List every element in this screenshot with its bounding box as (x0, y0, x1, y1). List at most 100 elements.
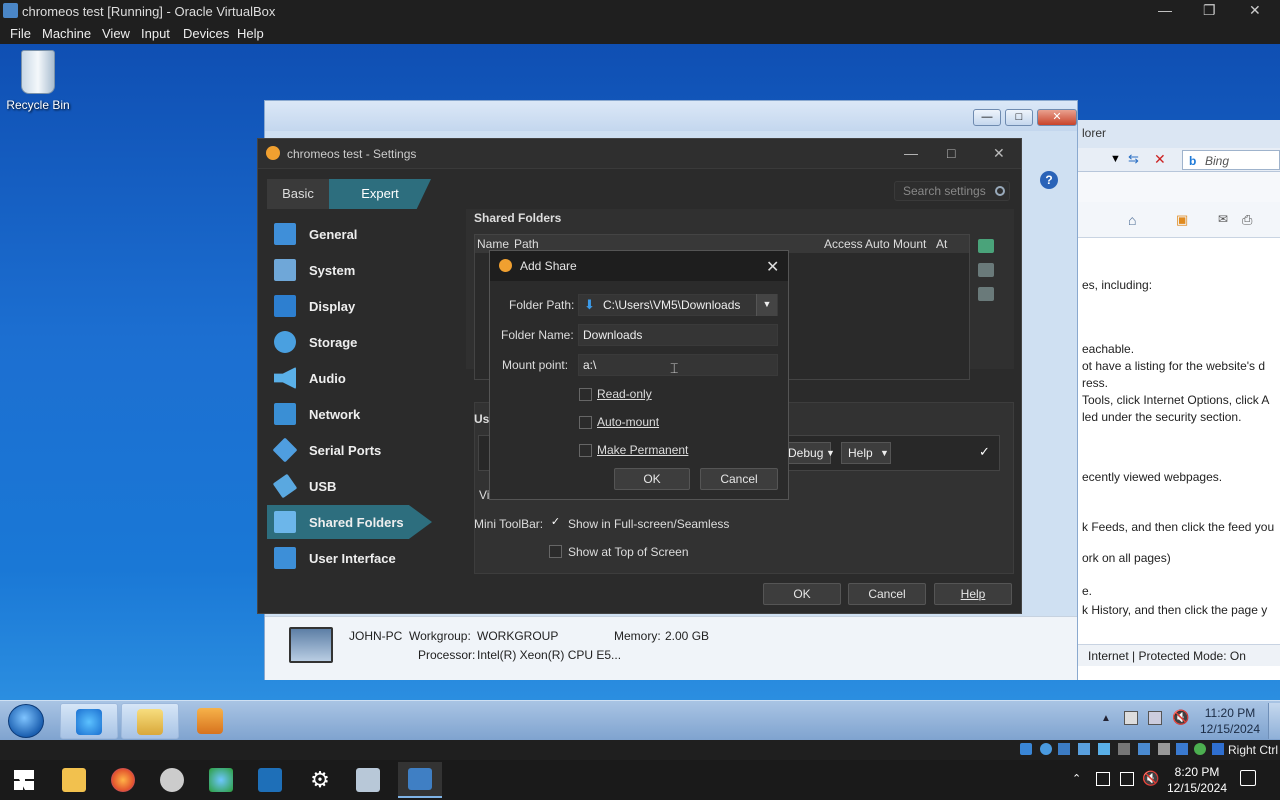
file-explorer-icon[interactable] (62, 768, 86, 792)
show-fullscreen-checkbox[interactable]: ✓ (549, 517, 562, 530)
cancel-button[interactable]: Cancel (848, 583, 926, 605)
recording-status-icon[interactable] (1158, 743, 1170, 755)
start-orb-icon[interactable] (8, 704, 44, 738)
hard-disk-icon[interactable] (1020, 743, 1032, 755)
column-name[interactable]: Name (477, 237, 509, 251)
home-icon[interactable]: ⌂ (1128, 212, 1136, 228)
recycle-bin-shortcut[interactable]: Recycle Bin (6, 50, 70, 112)
browser-icon[interactable] (209, 768, 233, 792)
display-status-icon[interactable] (1138, 743, 1150, 755)
notifications-icon[interactable] (1240, 770, 1256, 786)
folder-path-combobox[interactable]: ⬇ C:\Users\VM5\Downloads ▼ (578, 294, 778, 316)
sidebar-item-network[interactable]: Network (267, 397, 432, 431)
enable-menubar-check-icon[interactable]: ✓ (979, 444, 990, 460)
menu-input[interactable]: Input (141, 26, 170, 41)
ok-button[interactable]: OK (614, 468, 690, 490)
app-icon[interactable] (160, 768, 184, 792)
help-icon[interactable]: ? (1040, 171, 1058, 189)
column-at[interactable]: At (936, 237, 947, 251)
menu-devices[interactable]: Devices (183, 26, 229, 41)
maximize-icon[interactable]: □ (947, 145, 955, 161)
vt-status-icon[interactable] (1176, 743, 1188, 755)
edit-folder-icon[interactable] (978, 263, 994, 277)
network-tray-icon[interactable] (1148, 711, 1162, 725)
sidebar-item-shared-folders[interactable]: Shared Folders (267, 505, 432, 539)
help-menu-dropdown[interactable]: Help ▼ (841, 442, 891, 464)
action-center-icon[interactable] (1124, 711, 1138, 725)
remote-desktop-icon[interactable] (356, 768, 380, 792)
show-desktop-button[interactable] (1268, 703, 1280, 739)
stop-icon[interactable]: ✕ (1154, 151, 1166, 168)
network-status-icon[interactable] (1078, 743, 1090, 755)
firefox-icon[interactable] (111, 768, 135, 792)
taskbar-explorer[interactable] (121, 703, 179, 739)
make-permanent-checkbox[interactable] (579, 444, 592, 457)
taskbar-media-player[interactable] (182, 703, 240, 739)
make-permanent-label[interactable]: Make Permanent (597, 443, 688, 457)
ok-button[interactable]: OK (763, 583, 841, 605)
minimize-icon[interactable]: — (1158, 2, 1172, 18)
audio-status-icon[interactable] (1058, 743, 1070, 755)
search-settings-input[interactable]: Search settings (894, 181, 1010, 201)
dropdown-icon[interactable]: ▼ (1110, 153, 1121, 165)
cancel-button[interactable]: Cancel (700, 468, 778, 490)
sidebar-item-serial-ports[interactable]: Serial Ports (267, 433, 432, 467)
guest-clock[interactable]: 11:20 PM 12/15/2024 (1198, 705, 1262, 737)
mouse-integration-icon[interactable] (1212, 743, 1224, 755)
menu-machine[interactable]: Machine (42, 26, 91, 41)
windows-start-icon[interactable] (14, 770, 34, 790)
sidebar-item-usb[interactable]: USB (267, 469, 432, 503)
chevron-down-icon[interactable]: ▼ (756, 294, 777, 316)
menu-file[interactable]: File (10, 26, 31, 41)
network-tray-icon[interactable] (1120, 772, 1134, 786)
sidebar-item-storage[interactable]: Storage (267, 325, 432, 359)
help-button[interactable]: Help (934, 583, 1012, 605)
sidebar-item-user-interface[interactable]: User Interface (267, 541, 432, 575)
show-top-checkbox[interactable] (549, 545, 562, 558)
refresh-icon[interactable]: ⇆ (1128, 151, 1139, 167)
ie-minimize-button[interactable]: — (973, 109, 1001, 126)
column-access[interactable]: Access (824, 237, 863, 251)
cpu-activity-icon[interactable] (1194, 743, 1206, 755)
tab-basic[interactable]: Basic (267, 179, 329, 209)
tray-notification-icon[interactable] (1096, 772, 1110, 786)
host-clock[interactable]: 8:20 PM 12/15/2024 (1164, 764, 1230, 796)
sidebar-item-audio[interactable]: Audio (267, 361, 432, 395)
sidebar-item-general[interactable]: General (267, 217, 432, 251)
mail-icon[interactable]: ✉ (1218, 212, 1228, 226)
tab-expert[interactable]: Expert (329, 179, 431, 209)
remove-folder-icon[interactable] (978, 287, 994, 301)
print-icon[interactable]: ⎙ (1242, 212, 1252, 228)
close-icon[interactable]: ✕ (766, 257, 779, 277)
auto-mount-checkbox[interactable] (579, 416, 592, 429)
usb-status-icon[interactable] (1098, 743, 1110, 755)
close-icon[interactable]: ✕ (993, 145, 1005, 162)
visual-studio-icon[interactable] (258, 768, 282, 792)
minimize-icon[interactable]: — (904, 145, 918, 161)
show-fullscreen-label[interactable]: Show in Full-screen/Seamless (568, 517, 729, 531)
auto-mount-label[interactable]: Auto-mount (597, 415, 659, 429)
sidebar-item-system[interactable]: System (267, 253, 432, 287)
menu-view[interactable]: View (102, 26, 130, 41)
virtualbox-taskbar-item[interactable] (398, 762, 442, 798)
show-hidden-icons-icon[interactable]: ▲ (1101, 713, 1111, 724)
ie-maximize-button[interactable]: □ (1005, 109, 1033, 126)
close-icon[interactable]: ✕ (1249, 2, 1261, 19)
folder-name-field[interactable]: Downloads (578, 324, 778, 346)
settings-gear-icon[interactable]: ⚙ (308, 768, 332, 792)
optical-drive-icon[interactable] (1040, 743, 1052, 755)
add-folder-icon[interactable] (978, 239, 994, 253)
bing-search-box[interactable]: b Bing (1182, 150, 1280, 170)
read-only-checkbox[interactable] (579, 388, 592, 401)
read-only-label[interactable]: Read-only (597, 387, 652, 401)
volume-muted-icon[interactable]: 🔇 (1172, 709, 1189, 726)
show-hidden-icons-icon[interactable]: ⌃ (1072, 772, 1081, 785)
volume-muted-icon[interactable]: 🔇 (1142, 770, 1159, 787)
show-top-label[interactable]: Show at Top of Screen (568, 545, 689, 559)
column-path[interactable]: Path (514, 237, 539, 251)
shared-folders-status-icon[interactable] (1118, 743, 1130, 755)
sidebar-item-display[interactable]: Display (267, 289, 432, 323)
feeds-icon[interactable]: ▣ (1176, 212, 1188, 228)
menu-help[interactable]: Help (237, 26, 264, 41)
column-auto-mount[interactable]: Auto Mount (865, 237, 926, 251)
